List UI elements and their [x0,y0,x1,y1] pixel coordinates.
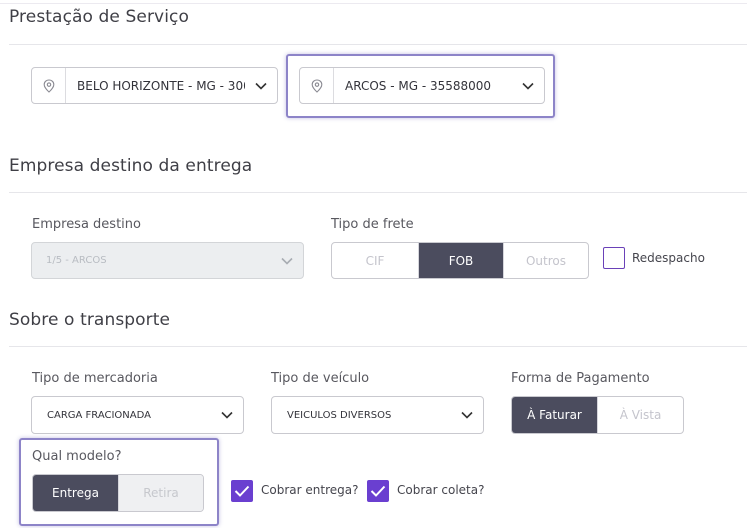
frete-option-fob[interactable]: FOB [419,243,504,278]
origem-select[interactable]: BELO HORIZONTE - MG - 300000... [31,67,278,104]
tipo-veiculo-select[interactable]: VEICULOS DIVERSOS [271,396,484,434]
pagamento-option-vista[interactable]: À Vista [598,397,683,433]
tipo-frete-label: Tipo de frete [331,217,414,232]
origem-value: BELO HORIZONTE - MG - 300000... [77,78,245,93]
cobrar-entrega-label: Cobrar entrega? [261,483,359,497]
redespacho-checkbox[interactable] [603,247,625,269]
section-divider [9,44,747,45]
cobrar-entrega-checkbox[interactable] [231,480,253,502]
qual-modelo-toggle: Entrega Retira [32,474,204,512]
tipo-mercadoria-select[interactable]: CARGA FRACIONADA [31,396,244,434]
top-divider [0,0,747,4]
section-divider [9,346,747,347]
frete-option-outros[interactable]: Outros [504,243,588,278]
modelo-option-entrega[interactable]: Entrega [33,475,119,511]
section-title-destino: Empresa destino da entrega [9,156,253,176]
destino-value: ARCOS - MG - 35588000 [345,78,492,93]
chevron-down-icon [245,82,277,90]
tipo-veiculo-label: Tipo de veículo [271,371,370,386]
empresa-destino-label: Empresa destino [32,217,141,232]
section-divider [9,192,747,193]
check-icon [234,485,250,497]
chevron-down-icon [271,257,303,265]
empresa-destino-select: 1/5 - ARCOS [31,242,304,279]
section-title-transporte: Sobre o transporte [9,310,171,330]
destino-select[interactable]: ARCOS - MG - 35588000 [299,67,545,104]
tipo-mercadoria-value: CARGA FRACIONADA [47,409,151,421]
chevron-down-icon [451,411,483,419]
cobrar-coleta-label: Cobrar coleta? [397,483,485,497]
location-pin-icon [300,68,334,103]
pagamento-option-faturar[interactable]: À Faturar [512,397,598,433]
cobrar-coleta-checkbox[interactable] [367,480,389,502]
qual-modelo-label: Qual modelo? [32,449,122,464]
modelo-option-retira[interactable]: Retira [119,475,203,511]
forma-pagamento-label: Forma de Pagamento [511,371,650,386]
empresa-destino-value: 1/5 - ARCOS [46,255,107,266]
tipo-mercadoria-label: Tipo de mercadoria [32,371,158,386]
redespacho-label: Redespacho [632,251,705,265]
check-icon [370,485,386,497]
chevron-down-icon [211,411,243,419]
tipo-veiculo-value: VEICULOS DIVERSOS [287,409,392,421]
frete-option-cif[interactable]: CIF [332,243,419,278]
tipo-frete-toggle: CIF FOB Outros [331,242,589,279]
chevron-down-icon [512,82,544,90]
forma-pagamento-toggle: À Faturar À Vista [511,396,684,434]
location-pin-icon [32,68,66,103]
section-title-servico: Prestação de Serviço [9,7,189,27]
